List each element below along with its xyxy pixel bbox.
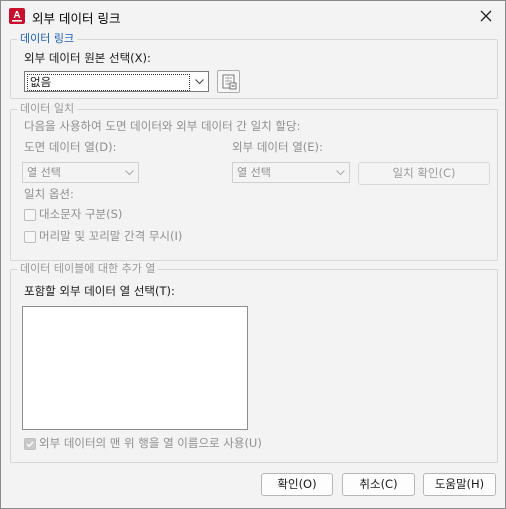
chevron-down-icon [125,170,134,176]
ignore-spaces-checkbox[interactable] [24,231,36,243]
drawing-column-label: 도면 데이터 열(D): [24,140,117,154]
extra-columns-legend: 데이터 테이블에 대한 추가 열 [17,262,159,276]
drawing-column-value: 열 선택 [27,166,61,179]
match-description: 다음을 사용하여 도면 데이터와 외부 데이터 간 일치 할당: [24,119,301,133]
close-button[interactable] [475,5,497,27]
data-link-legend: 데이터 링크 [17,32,78,46]
case-sensitive-label: 대소문자 구분(S) [39,207,123,221]
data-link-manager-button[interactable] [217,70,240,93]
use-first-row-label: 외부 데이터의 맨 위 행을 열 이름으로 사용(U) [39,436,262,450]
match-options-label: 일치 옵션: [24,187,74,201]
checkmark-icon [26,441,34,448]
help-button[interactable]: 도움말(H) [423,473,496,496]
data-match-group: 데이터 일치 다음을 사용하여 도면 데이터와 외부 데이터 간 일치 할당: … [10,102,498,261]
external-data-link-dialog: A 외부 데이터 링크 데이터 링크 외부 데이터 원본 선택(X): 없음 데… [0,0,506,509]
data-link-manager-icon [222,74,237,90]
chevron-down-icon [336,170,345,176]
data-link-group: 데이터 링크 외부 데이터 원본 선택(X): 없음 [10,32,498,99]
data-source-value: 없음 [27,74,190,91]
external-column-dropdown[interactable]: 열 선택 [232,162,350,183]
extra-columns-group: 데이터 테이블에 대한 추가 열 포함할 외부 데이터 열 선택(T): 외부 … [10,262,498,463]
autocad-app-icon: A [9,8,25,24]
ok-button[interactable]: 확인(O) [261,473,333,496]
external-column-label: 외부 데이터 열(E): [232,140,323,154]
external-columns-list[interactable] [22,306,248,430]
data-match-legend: 데이터 일치 [17,102,78,116]
window-title: 외부 데이터 링크 [32,11,121,26]
ignore-spaces-label: 머리말 및 꼬리말 간격 무시(I) [39,229,183,243]
svg-text:A: A [13,10,20,21]
cancel-button[interactable]: 취소(C) [342,473,415,496]
use-first-row-checkbox[interactable] [24,438,36,450]
source-label: 외부 데이터 원본 선택(X): [24,51,151,65]
drawing-column-dropdown[interactable]: 열 선택 [22,162,139,183]
data-source-dropdown[interactable]: 없음 [24,71,209,92]
chevron-down-icon [195,79,204,85]
select-columns-label: 포함할 외부 데이터 열 선택(T): [24,284,175,298]
title-bar: A 외부 데이터 링크 [1,1,505,32]
external-column-value: 열 선택 [237,166,271,179]
check-match-button[interactable]: 일치 확인(C) [358,162,490,185]
case-sensitive-checkbox[interactable] [24,209,36,221]
close-icon [480,10,492,22]
